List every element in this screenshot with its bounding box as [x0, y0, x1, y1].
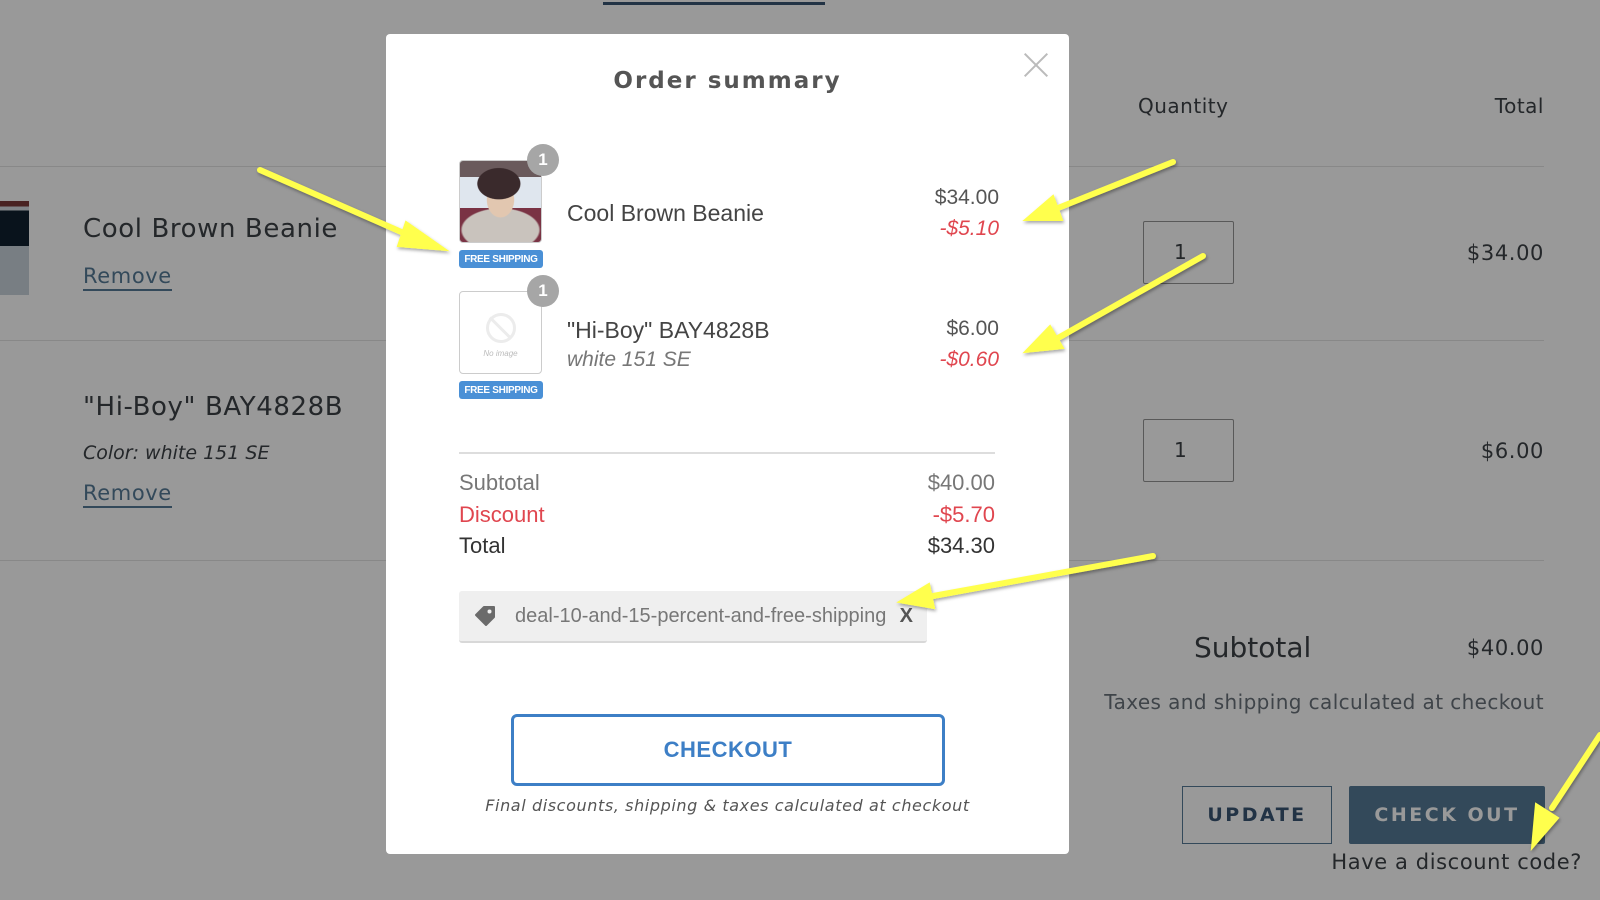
summary-item: 1 FREE SHIPPING Cool Brown Beanie $34.00…	[459, 144, 999, 270]
quantity-badge: 1	[527, 275, 559, 307]
tag-icon	[475, 606, 495, 626]
no-image-icon	[485, 313, 516, 343]
item-name: Cool Brown Beanie	[567, 200, 764, 226]
total-label: Total	[459, 533, 506, 558]
subtotal-value: $40.00	[927, 470, 995, 495]
subtotal-row: Subtotal $40.00	[459, 470, 995, 496]
item-variant: white 151 SE	[567, 348, 691, 371]
discount-label: Discount	[459, 502, 545, 527]
item-discount: -$0.60	[939, 348, 999, 371]
applied-coupon: deal-10-and-15-percent-and-free-shipping…	[459, 591, 927, 643]
item-name: "Hi-Boy" BAY4828B	[567, 317, 770, 343]
order-summary-modal: Order summary 1 FREE SHIPPING Cool Brown…	[386, 34, 1069, 854]
checkout-button[interactable]: CHECKOUT	[511, 714, 945, 786]
total-row: Total $34.30	[459, 533, 995, 559]
divider	[459, 452, 995, 454]
checkout-note: Final discounts, shipping & taxes calcul…	[485, 796, 970, 815]
summary-item: No image 1 FREE SHIPPING "Hi-Boy" BAY482…	[459, 275, 999, 401]
item-price: $6.00	[946, 317, 999, 340]
item-price: $34.00	[934, 186, 999, 209]
quantity-badge: 1	[527, 144, 559, 176]
no-image-placeholder: No image	[459, 291, 542, 374]
no-image-text: No image	[483, 349, 518, 358]
modal-title: Order summary	[613, 68, 842, 94]
coupon-code: deal-10-and-15-percent-and-free-shipping	[515, 604, 887, 627]
remove-coupon-button[interactable]: X	[900, 605, 913, 628]
total-value: $34.30	[927, 533, 995, 558]
product-image	[459, 160, 542, 243]
close-icon[interactable]	[1023, 52, 1049, 78]
discount-row: Discount -$5.70	[459, 502, 995, 528]
free-shipping-badge: FREE SHIPPING	[459, 381, 543, 399]
subtotal-label: Subtotal	[459, 470, 540, 495]
item-discount: -$5.10	[939, 217, 999, 240]
discount-value: -$5.70	[932, 502, 995, 527]
free-shipping-badge: FREE SHIPPING	[459, 250, 543, 268]
